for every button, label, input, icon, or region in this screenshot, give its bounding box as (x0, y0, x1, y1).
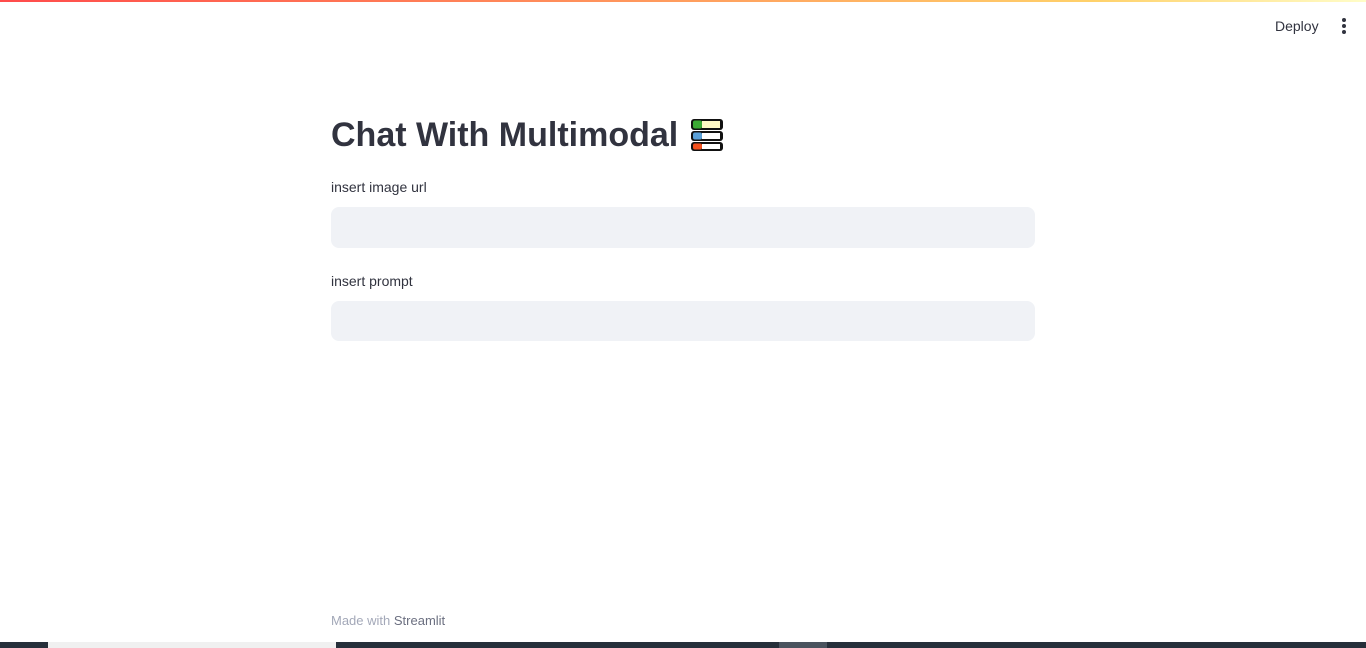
vertical-ellipsis-icon (1342, 18, 1346, 22)
footer-prefix: Made with (331, 613, 394, 628)
taskbar-strip (0, 642, 1366, 648)
books-icon (691, 119, 724, 151)
footer: Made with Streamlit (331, 613, 445, 628)
image-url-field-group: insert image url (331, 177, 1035, 248)
main-menu-button[interactable] (1331, 13, 1357, 39)
main-content: Chat With Multimodal insert image url in… (331, 110, 1035, 341)
deploy-button[interactable]: Deploy (1262, 12, 1332, 40)
taskbar-segment (48, 642, 336, 648)
prompt-field-group: insert prompt (331, 271, 1035, 341)
prompt-label: insert prompt (331, 273, 413, 289)
header: Deploy (0, 0, 1366, 50)
page-title: Chat With Multimodal (331, 110, 1035, 160)
image-url-label: insert image url (331, 179, 427, 195)
streamlit-link[interactable]: Streamlit (394, 613, 445, 628)
image-url-input[interactable] (331, 207, 1035, 248)
page-title-text: Chat With Multimodal (331, 115, 679, 154)
prompt-input[interactable] (331, 301, 1035, 341)
taskbar-segment (779, 642, 827, 648)
